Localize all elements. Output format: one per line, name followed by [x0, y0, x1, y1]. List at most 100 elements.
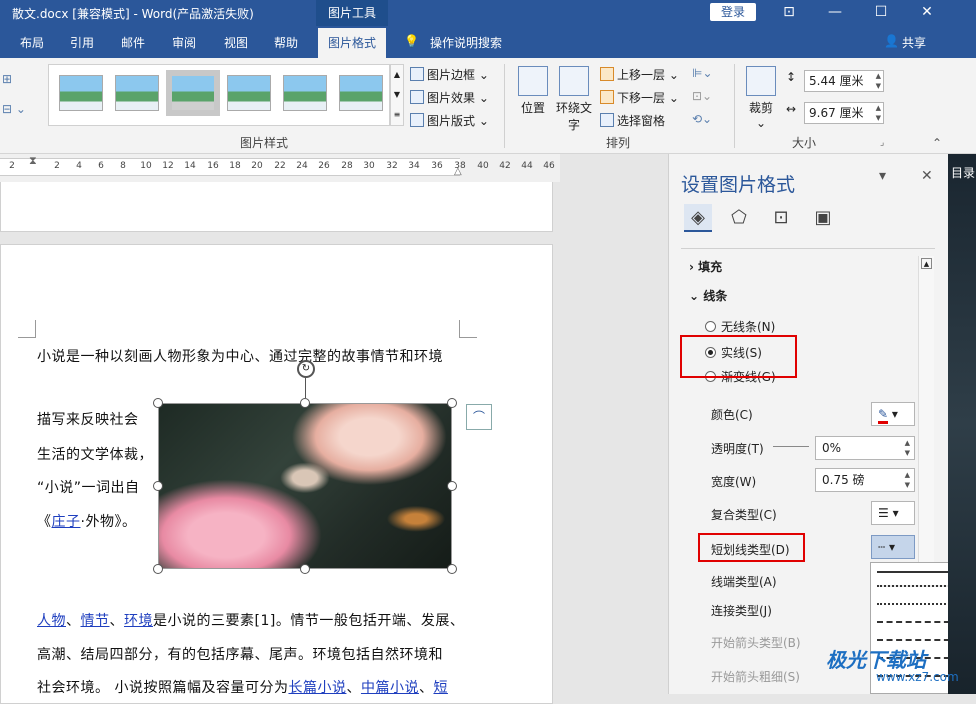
- fill-section[interactable]: › 填充: [689, 258, 722, 275]
- picture-style-5[interactable]: [283, 75, 327, 111]
- picture-style-3[interactable]: [166, 70, 220, 116]
- paragraph-line[interactable]: 生活的文学体裁，: [37, 444, 153, 464]
- bring-forward-button[interactable]: 上移一层 ⌄: [600, 66, 679, 83]
- ruler-tick: 46: [543, 161, 555, 171]
- maximize-button[interactable]: ☐: [858, 0, 904, 26]
- paragraph-line[interactable]: 高潮、结局四部分，有的包括序幕、尾声。环境包括自然环境和: [37, 644, 443, 664]
- picture-layout-button[interactable]: 图片版式 ⌄: [410, 112, 489, 129]
- tab-help[interactable]: 帮助: [274, 34, 298, 51]
- resize-handle[interactable]: [447, 481, 457, 491]
- divider: [734, 64, 735, 148]
- send-backward-button[interactable]: 下移一层 ⌄: [600, 89, 679, 106]
- compound-type-button[interactable]: ☰ ▾: [871, 501, 915, 525]
- resize-handle[interactable]: [153, 481, 163, 491]
- pane-options-icon[interactable]: ▾: [879, 168, 886, 184]
- crop-button[interactable]: 裁剪 ⌄: [746, 66, 776, 130]
- ruler-tick: 16: [207, 161, 219, 171]
- minimize-button[interactable]: —: [812, 0, 858, 26]
- resize-handle[interactable]: [153, 398, 163, 408]
- group-icon[interactable]: ⊡⌄: [692, 89, 712, 103]
- line-width-input[interactable]: 0.75 磅 ▲ ▼: [815, 468, 915, 492]
- selected-picture[interactable]: [158, 403, 452, 569]
- ribbon: ⊞ ⊟ ⌄ ▲ ▼ ≡ 图片边框 ⌄ 图片效果 ⌄ 图片版式 ⌄ 图片样式 位置 环…: [0, 58, 976, 154]
- resize-handle[interactable]: [153, 564, 163, 574]
- indent-marker-icon[interactable]: ⧗: [29, 154, 37, 168]
- picture-style-2[interactable]: [115, 75, 159, 111]
- dash-lines-icon: ┄: [878, 540, 886, 554]
- tab-references[interactable]: 引用: [70, 34, 94, 51]
- picture-icon[interactable]: ▣: [809, 204, 837, 232]
- picture-effects-button[interactable]: 图片效果 ⌄: [410, 89, 489, 106]
- ruler-tick: 4: [76, 161, 82, 171]
- tab-mailings[interactable]: 邮件: [121, 34, 145, 51]
- login-button[interactable]: 登录: [710, 3, 756, 21]
- ruler-tick: 12: [162, 161, 174, 171]
- paragraph-line[interactable]: 社会环境。 小说按照篇幅及容量可分为长篇小说、中篇小说、短: [37, 677, 448, 697]
- wrap-text-button[interactable]: 环绕文字: [556, 66, 592, 133]
- height-input[interactable]: 5.44 厘米 ▲ ▼: [804, 70, 884, 92]
- size-dialog-launcher-icon[interactable]: ⌟: [880, 138, 884, 148]
- pane-close-icon[interactable]: ✕: [921, 168, 933, 184]
- paragraph-line[interactable]: “小说”一词出自: [37, 477, 140, 497]
- selection-pane-button[interactable]: 选择窗格: [600, 112, 665, 129]
- paragraph-line[interactable]: 描写来反映社会: [37, 409, 139, 429]
- picture-layout-icon: [410, 113, 424, 127]
- compound-lines-icon: ☰: [878, 506, 889, 520]
- line-color-button[interactable]: ✎ ▾: [871, 402, 915, 426]
- paragraph-line[interactable]: 小说是一种以刻画人物形象为中心、通过完整的故事情节和环境: [37, 346, 443, 366]
- ruler-tick: 24: [296, 161, 308, 171]
- page: [0, 182, 553, 232]
- layout-options-icon[interactable]: ⌒: [466, 404, 492, 430]
- tab-layout[interactable]: 布局: [20, 34, 44, 51]
- link-setting[interactable]: 环境: [124, 613, 153, 629]
- scroll-up-icon[interactable]: ▲: [921, 258, 932, 269]
- picture-style-1[interactable]: [59, 75, 103, 111]
- no-line-radio[interactable]: 无线条(N): [705, 318, 775, 335]
- paragraph-line[interactable]: 《庄子·外物》。: [37, 511, 136, 531]
- picture-style-4[interactable]: [227, 75, 271, 111]
- rotate-handle-icon[interactable]: ↻: [297, 360, 315, 378]
- resize-handle[interactable]: [447, 398, 457, 408]
- width-input[interactable]: 9.67 厘米 ▲ ▼: [804, 102, 884, 124]
- ruler-tick: 36: [431, 161, 443, 171]
- tab-review[interactable]: 审阅: [172, 34, 196, 51]
- divider: [681, 248, 935, 249]
- dash-type-button[interactable]: ┄ ▾: [871, 535, 915, 559]
- tell-me-search[interactable]: 操作说明搜索: [430, 34, 502, 51]
- effects-icon[interactable]: ⬠: [725, 204, 753, 232]
- ribbon-display-icon[interactable]: ⊡: [766, 0, 812, 26]
- ruler-tick: 40: [477, 161, 489, 171]
- highlight-box: [680, 335, 797, 378]
- close-button[interactable]: ✕: [904, 0, 950, 26]
- background-window-edge: 目录: [948, 154, 976, 694]
- link-plot[interactable]: 情节: [81, 613, 110, 629]
- tab-view[interactable]: 视图: [224, 34, 248, 51]
- paragraph-line[interactable]: 人物、情节、环境是小说的三要素[1]。情节一般包括开端、发展、: [37, 610, 464, 630]
- link-character[interactable]: 人物: [37, 613, 66, 629]
- right-indent-marker-icon[interactable]: △: [454, 166, 462, 177]
- line-section[interactable]: ⌄ 线条: [689, 287, 727, 304]
- ruler-tick: 28: [341, 161, 353, 171]
- picture-effects-icon: [410, 90, 424, 104]
- layout-properties-icon[interactable]: ⊡: [767, 204, 795, 232]
- position-button[interactable]: 位置: [518, 66, 548, 116]
- share-button[interactable]: 共享: [902, 34, 926, 51]
- rotate-icon[interactable]: ⟲⌄: [692, 112, 712, 126]
- fill-line-icon[interactable]: ◈: [684, 204, 712, 232]
- resize-handle[interactable]: [300, 564, 310, 574]
- link-zhuangzi[interactable]: 庄子: [52, 514, 81, 530]
- resize-handle[interactable]: [447, 564, 457, 574]
- collapse-ribbon-icon[interactable]: ⌃: [932, 136, 942, 150]
- tab-picture-format[interactable]: 图片格式: [318, 28, 387, 58]
- gallery-scroll[interactable]: ▲ ▼ ≡: [390, 64, 404, 126]
- picture-border-button[interactable]: 图片边框 ⌄: [410, 66, 489, 83]
- transparency-input[interactable]: 0% ▲ ▼: [815, 436, 915, 460]
- watermark-logo: 极光下载站: [826, 648, 926, 672]
- height-icon: ↕: [786, 70, 797, 84]
- align-icon[interactable]: ⊫⌄: [692, 66, 713, 80]
- adjust-icon[interactable]: ⊞: [2, 72, 12, 86]
- resize-handle[interactable]: [300, 398, 310, 408]
- compress-icon[interactable]: ⊟ ⌄: [2, 102, 26, 116]
- picture-style-6[interactable]: [339, 75, 383, 111]
- transparency-slider[interactable]: [773, 446, 809, 447]
